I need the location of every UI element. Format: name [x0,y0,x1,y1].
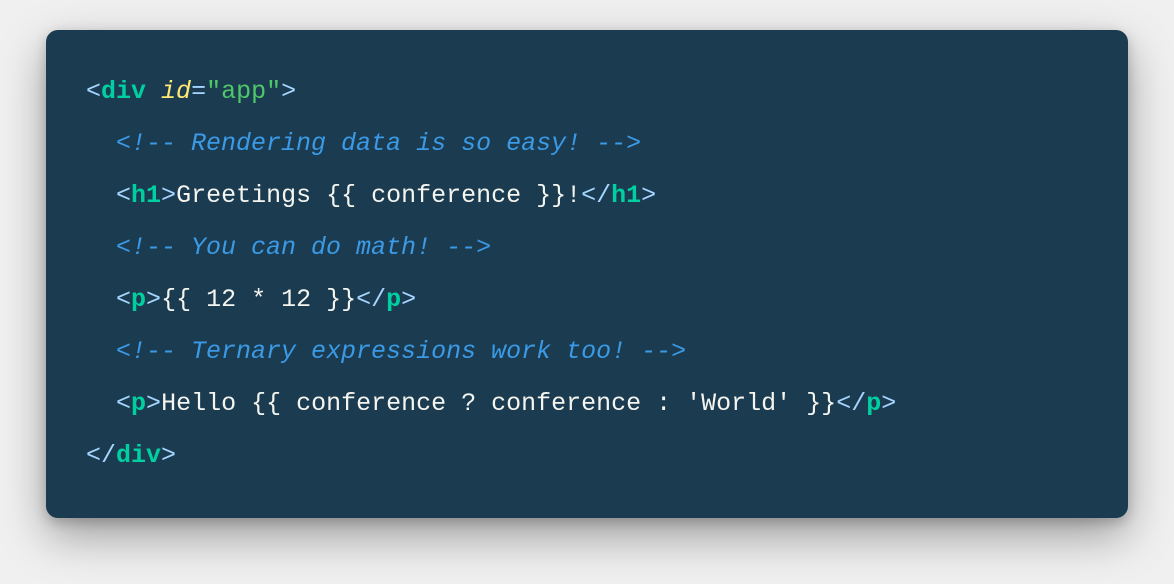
code-token-comment: <!-- Rendering data is so easy! --> [116,129,641,158]
code-token-comment: <!-- Ternary expressions work too! --> [116,337,686,366]
code-token-tagname: h1 [131,181,161,210]
code-token-bracket: > [281,77,296,106]
code-token-tagname: h1 [611,181,641,210]
code-line: <p>Hello {{ conference ? conference : 'W… [86,389,896,418]
code-token-bracket: > [641,181,656,210]
code-token-bracket: < [86,77,101,106]
code-token-text: Greetings {{ conference }}! [176,181,581,210]
code-token-tagname: div [101,77,146,106]
code-token-string: "app" [206,77,281,106]
code-token-bracket: > [146,285,161,314]
code-token-bracket: < [116,389,131,418]
code-token-bracket: </ [356,285,386,314]
code-token-text: Hello {{ conference ? conference : 'Worl… [161,389,836,418]
code-token-bracket: </ [836,389,866,418]
code-token-text [146,77,161,106]
code-token-bracket: > [881,389,896,418]
code-token-text: {{ 12 * 12 }} [161,285,356,314]
code-token-bracket: > [401,285,416,314]
code-token-bracket: < [116,285,131,314]
code-line: <!-- Ternary expressions work too! --> [86,337,686,366]
code-token-bracket: > [146,389,161,418]
code-line: <!-- You can do math! --> [86,233,491,262]
code-token-tagname: div [116,441,161,470]
code-token-bracket: </ [86,441,116,470]
code-line: <div id="app"> [86,77,296,106]
code-token-attrname: id [161,77,191,106]
code-token-indent [86,129,116,158]
code-card: <div id="app"> <!-- Rendering data is so… [46,30,1128,518]
code-token-indent [86,389,116,418]
code-token-indent [86,285,116,314]
code-token-tagname: p [131,285,146,314]
code-token-tagname: p [866,389,881,418]
code-token-tagname: p [131,389,146,418]
code-line: </div> [86,441,176,470]
code-token-bracket: </ [581,181,611,210]
code-token-bracket: > [161,441,176,470]
code-line: <!-- Rendering data is so easy! --> [86,129,641,158]
code-token-bracket: > [161,181,176,210]
code-token-bracket: < [116,181,131,210]
code-line: <p>{{ 12 * 12 }}</p> [86,285,416,314]
code-token-bracket: = [191,77,206,106]
code-line: <h1>Greetings {{ conference }}!</h1> [86,181,656,210]
code-token-indent [86,233,116,262]
code-token-indent [86,337,116,366]
code-token-tagname: p [386,285,401,314]
code-token-indent [86,181,116,210]
code-token-comment: <!-- You can do math! --> [116,233,491,262]
code-block: <div id="app"> <!-- Rendering data is so… [86,66,1088,482]
